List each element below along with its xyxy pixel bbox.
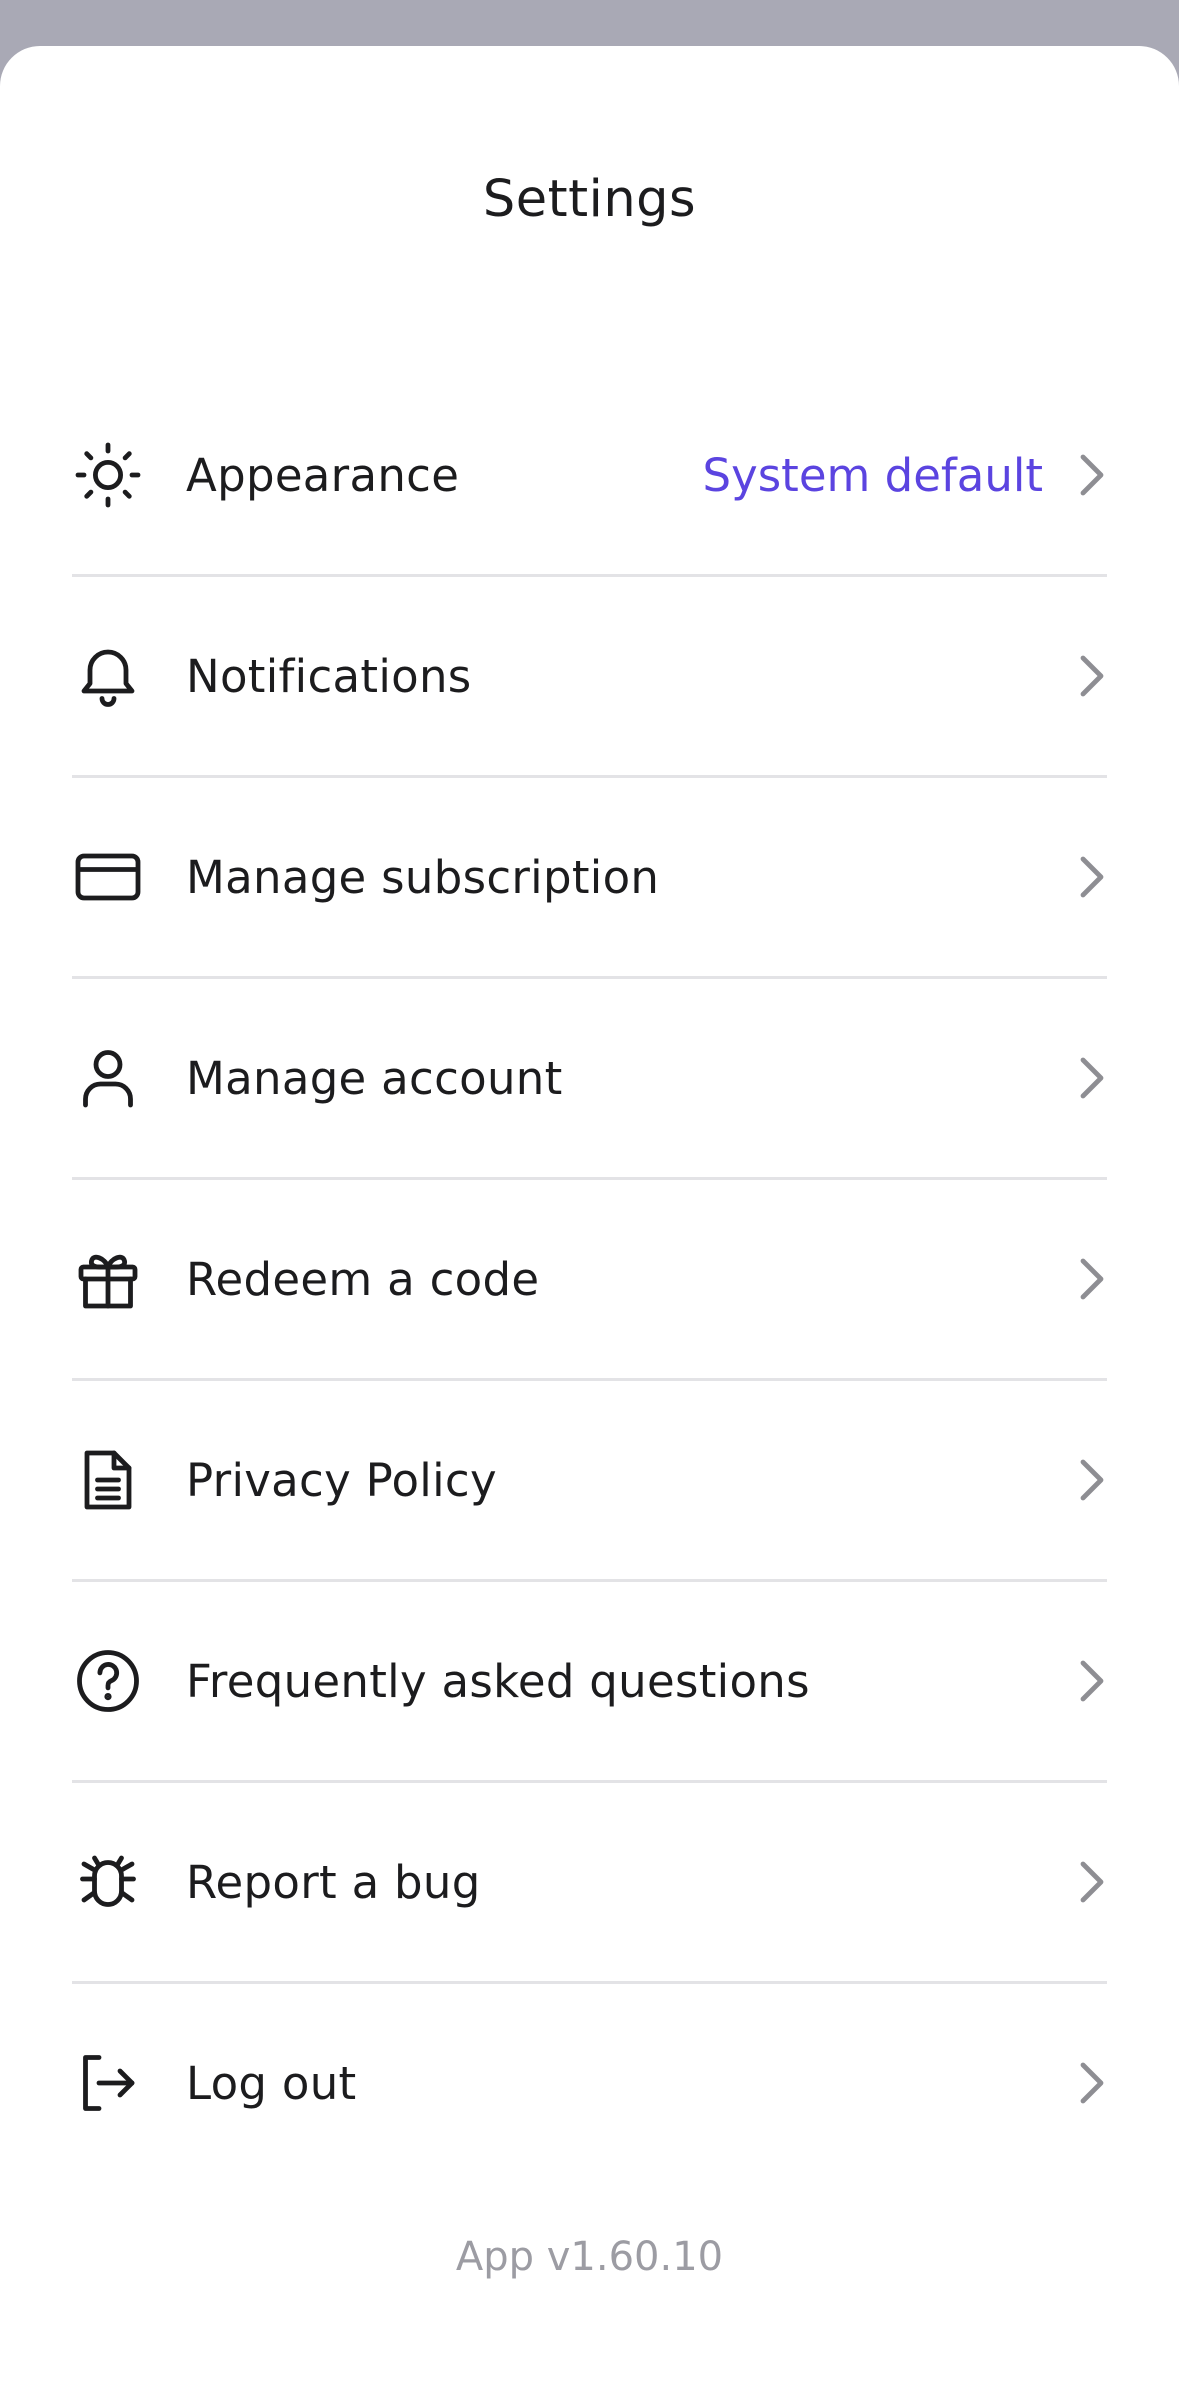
chevron-right-icon xyxy=(1077,2059,1107,2107)
settings-item-label: Frequently asked questions xyxy=(186,1654,810,1708)
app-version: App v1.60.10 xyxy=(455,2234,724,2280)
chevron-right-icon xyxy=(1077,451,1107,499)
log-out-icon xyxy=(72,2047,144,2119)
settings-item-label: Manage subscription xyxy=(186,850,660,904)
chevron-right-icon xyxy=(1077,1255,1107,1303)
settings-list: Appearance System default Notifications xyxy=(72,376,1107,2182)
chevron-right-icon xyxy=(1077,1657,1107,1705)
chevron-right-icon xyxy=(1077,853,1107,901)
settings-item-label: Log out xyxy=(186,2056,357,2110)
settings-item-log-out[interactable]: Log out xyxy=(72,1984,1107,2182)
settings-item-label: Report a bug xyxy=(186,1855,481,1909)
document-icon xyxy=(72,1444,144,1516)
gift-icon xyxy=(72,1243,144,1315)
settings-item-label: Appearance xyxy=(186,448,460,502)
help-circle-icon xyxy=(72,1645,144,1717)
user-icon xyxy=(72,1042,144,1114)
bug-icon xyxy=(72,1846,144,1918)
settings-item-manage-account[interactable]: Manage account xyxy=(72,979,1107,1180)
settings-item-manage-subscription[interactable]: Manage subscription xyxy=(72,778,1107,979)
settings-item-appearance[interactable]: Appearance System default xyxy=(72,376,1107,577)
settings-item-report-bug[interactable]: Report a bug xyxy=(72,1783,1107,1984)
sun-icon xyxy=(72,439,144,511)
settings-item-redeem-code[interactable]: Redeem a code xyxy=(72,1180,1107,1381)
settings-item-faq[interactable]: Frequently asked questions xyxy=(72,1582,1107,1783)
settings-item-label: Manage account xyxy=(186,1051,563,1105)
settings-item-label: Redeem a code xyxy=(186,1252,540,1306)
bell-icon xyxy=(72,640,144,712)
appearance-value: System default xyxy=(702,448,1043,502)
chevron-right-icon xyxy=(1077,652,1107,700)
credit-card-icon xyxy=(72,841,144,913)
settings-sheet: Settings Appearance System default Notif… xyxy=(0,46,1179,2396)
settings-item-label: Privacy Policy xyxy=(186,1453,497,1507)
settings-item-label: Notifications xyxy=(186,649,472,703)
chevron-right-icon xyxy=(1077,1858,1107,1906)
chevron-right-icon xyxy=(1077,1456,1107,1504)
settings-item-privacy-policy[interactable]: Privacy Policy xyxy=(72,1381,1107,1582)
page-title: Settings xyxy=(482,170,697,229)
chevron-right-icon xyxy=(1077,1054,1107,1102)
settings-item-notifications[interactable]: Notifications xyxy=(72,577,1107,778)
